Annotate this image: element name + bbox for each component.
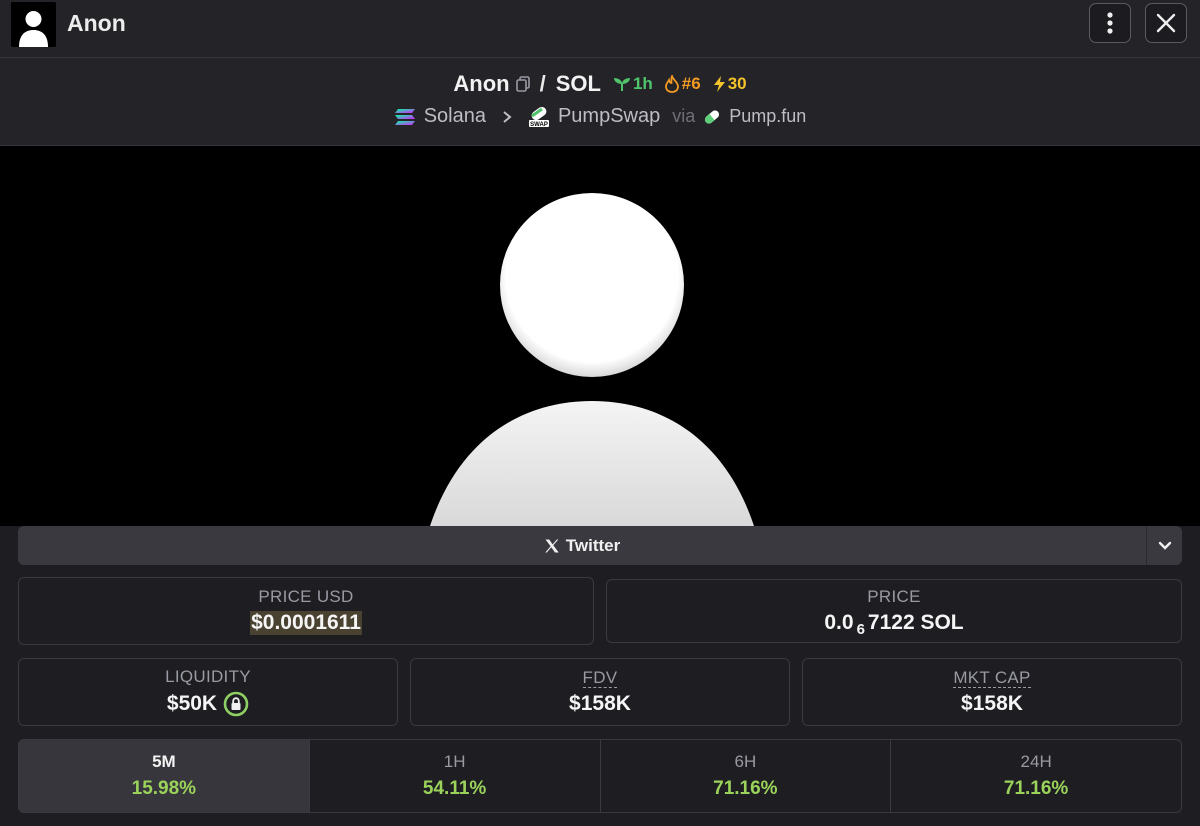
price-sol-value: 0.0 6 7122 SOL	[824, 611, 964, 638]
pair-title: Anon / SOL 1h #6 30	[0, 71, 1200, 97]
token-banner	[0, 146, 1200, 526]
boost-text: 30	[727, 74, 747, 93]
via-label: via	[672, 106, 696, 126]
boost-badge[interactable]: 30	[713, 74, 747, 94]
pair-info-bar: Anon / SOL 1h #6 30 Solana SWAP PumpSwap…	[0, 58, 1200, 146]
tab-24h[interactable]: 24H 71.16%	[891, 740, 1181, 812]
close-button[interactable]	[1145, 3, 1187, 43]
age-badge: 1h	[613, 74, 653, 94]
svg-text:SWAP: SWAP	[530, 122, 548, 128]
price-usd-text: $0.0001611	[250, 611, 362, 635]
price-prefix: 0.0	[824, 611, 854, 634]
tab-change-value: 71.16%	[1003, 778, 1069, 799]
lock-icon	[223, 691, 249, 717]
social-links-bar: Twitter	[18, 526, 1182, 565]
price-usd-card: PRICE USD $0.0001611	[18, 577, 594, 645]
price-usd-label: PRICE USD	[258, 587, 354, 606]
base-token: Anon	[453, 71, 510, 96]
fdv-label[interactable]: FDV	[582, 668, 618, 688]
tab-6h[interactable]: 6H 71.16%	[601, 740, 892, 812]
tab-label: 1H	[443, 752, 466, 771]
fdv-value: $158K	[569, 691, 631, 715]
price-sol-card: PRICE 0.0 6 7122 SOL	[606, 579, 1182, 643]
twitter-button[interactable]: Twitter	[18, 526, 1146, 565]
launchpad-link[interactable]: Pump.fun	[729, 106, 806, 127]
dex-link[interactable]: PumpSwap	[558, 105, 660, 128]
price-usd-value: $0.0001611	[250, 611, 362, 635]
breadcrumb: Solana SWAP PumpSwap via Pump.fun	[0, 105, 1200, 128]
lightning-icon	[713, 76, 725, 92]
twitter-label: Twitter	[565, 535, 621, 555]
x-logo-icon	[545, 539, 559, 552]
network-link[interactable]: Solana	[424, 105, 486, 128]
quote-token: SOL	[555, 71, 601, 96]
chevron-right-icon	[502, 110, 512, 124]
market-cap-value: $158K	[961, 691, 1023, 715]
tab-5m[interactable]: 5M 15.98%	[19, 740, 310, 812]
copy-address-button[interactable]	[515, 76, 530, 92]
timeframe-tabs: 5M 15.98% 1H 54.11% 6H 71.16% 24H 71.16%	[18, 739, 1182, 813]
price-label: PRICE	[867, 587, 921, 606]
tab-change-value: 15.98%	[131, 778, 197, 799]
tab-1h[interactable]: 1H 54.11%	[310, 740, 601, 812]
tab-label: 24H	[1020, 752, 1052, 771]
kebab-menu-icon	[1107, 12, 1113, 34]
chevron-down-icon	[1158, 541, 1172, 550]
user-silhouette-image	[430, 193, 754, 526]
token-avatar	[11, 2, 56, 47]
fdv-card: FDV $158K	[410, 658, 790, 726]
liquidity-text: $50K	[166, 692, 218, 715]
liquidity-label: LIQUIDITY	[165, 667, 251, 686]
tab-label: 6H	[734, 752, 757, 771]
socials-dropdown-button[interactable]	[1146, 526, 1183, 565]
market-cap-label[interactable]: MKT CAP	[953, 668, 1031, 688]
copy-icon	[515, 76, 530, 92]
pill-icon	[703, 108, 721, 126]
price-suffix: 7122 SOL	[867, 611, 964, 634]
price-zero-count: 6	[856, 620, 865, 638]
liquidity-value: $50K	[167, 691, 249, 717]
pair-separator: /	[539, 71, 546, 96]
user-silhouette-icon	[11, 2, 56, 47]
market-cap-card: MKT CAP $158K	[802, 658, 1182, 726]
tab-change-value: 54.11%	[422, 778, 487, 799]
tab-change-value: 71.16%	[713, 778, 778, 799]
age-text: 1h	[632, 74, 653, 93]
flame-icon	[664, 75, 679, 93]
tab-label: 5M	[152, 752, 176, 771]
more-options-button[interactable]	[1089, 3, 1131, 43]
pumpswap-icon: SWAP	[528, 106, 550, 128]
liquidity-card: LIQUIDITY $50K	[18, 658, 398, 726]
close-icon	[1156, 13, 1176, 33]
trending-rank-badge[interactable]: #6	[664, 74, 701, 94]
top-bar: Anon	[0, 0, 1200, 58]
solana-icon	[394, 108, 416, 126]
sprout-icon	[613, 78, 630, 91]
liquidity-locked-badge[interactable]	[223, 691, 249, 717]
rank-text: #6	[681, 74, 701, 93]
page-title: Anon	[67, 10, 126, 36]
